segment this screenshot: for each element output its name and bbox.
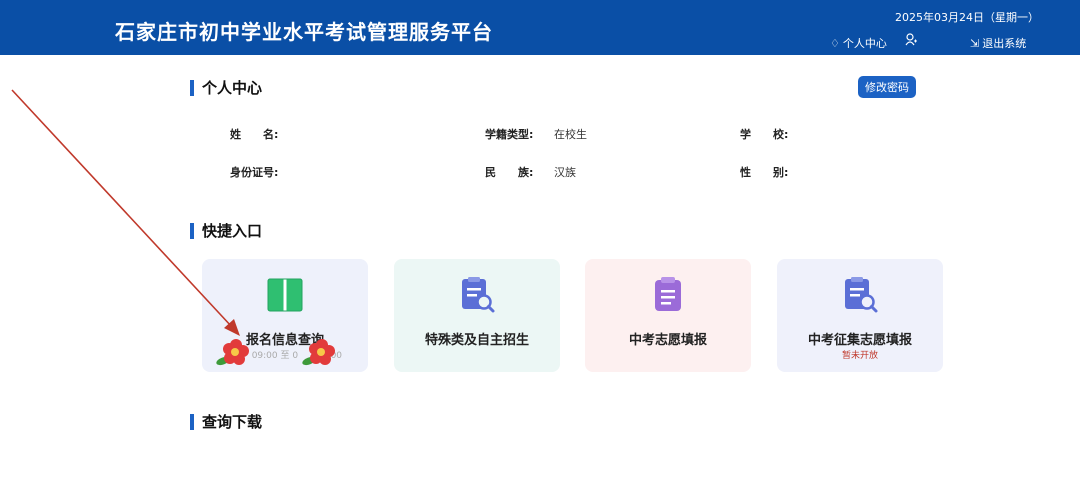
logout-link[interactable]: ⇲ 退出系统 (970, 35, 1026, 51)
document-search-icon (457, 275, 497, 315)
site-title: 石家庄市初中学业水平考试管理服务平台 (115, 20, 493, 44)
section-bar (190, 222, 194, 239)
user-icon[interactable] (905, 33, 918, 49)
flower-sticker (302, 337, 336, 367)
card-special-admission[interactable]: 特殊类及自主招生 (394, 259, 560, 372)
card-supplementary-volunteer[interactable]: 中考征集志愿填报 暂未开放 (777, 259, 943, 372)
annotation-arrow (11, 89, 240, 336)
flower-sticker (216, 337, 250, 367)
profile-title: 个人中心 (202, 79, 263, 97)
status-label: 学籍类型: (485, 128, 534, 141)
card-volunteer-fill-label: 中考志愿填报 (628, 333, 707, 348)
personal-center-link[interactable]: ♢ 个人中心 (830, 35, 887, 51)
query-title: 查询下载 (202, 413, 263, 431)
top-header: 石家庄市初中学业水平考试管理服务平台 2025年03月24日（星期一） ♢ 个人… (0, 0, 1080, 55)
card-special-admission-label: 特殊类及自主招生 (424, 333, 529, 348)
section-bar (190, 79, 194, 96)
shortcuts-title: 快捷入口 (202, 222, 263, 240)
clipboard-icon (648, 275, 688, 315)
card-supplementary-volunteer-status: 暂未开放 (841, 351, 878, 361)
card-supplementary-volunteer-label: 中考征集志愿填报 (807, 333, 912, 348)
change-password-button[interactable]: 修改密码 (858, 76, 916, 98)
status-value: 在校生 (554, 128, 587, 141)
ethnic-label: 民 族: (485, 166, 534, 179)
gender-label: 性 别: (740, 166, 789, 179)
ethnic-value: 汉族 (554, 166, 576, 179)
document-search-icon (840, 275, 880, 315)
school-label: 学 校: (740, 128, 789, 141)
personal-center-label: 个人中心 (842, 37, 887, 50)
shortcuts-section-title: 快捷入口 (190, 220, 262, 241)
tag-icon: ♢ (830, 36, 840, 50)
book-icon (265, 275, 305, 315)
logout-label: 退出系统 (982, 37, 1027, 50)
section-bar (190, 413, 194, 430)
card-volunteer-fill[interactable]: 中考志愿填报 (585, 259, 751, 372)
id-label: 身份证号: (230, 166, 279, 179)
name-label: 姓 名: (230, 128, 279, 141)
logout-icon: ⇲ (970, 36, 980, 50)
profile-section-title: 个人中心 (190, 77, 262, 98)
query-section-title: 查询下载 (190, 411, 262, 432)
current-date: 2025年03月24日（星期一） (895, 11, 1039, 24)
